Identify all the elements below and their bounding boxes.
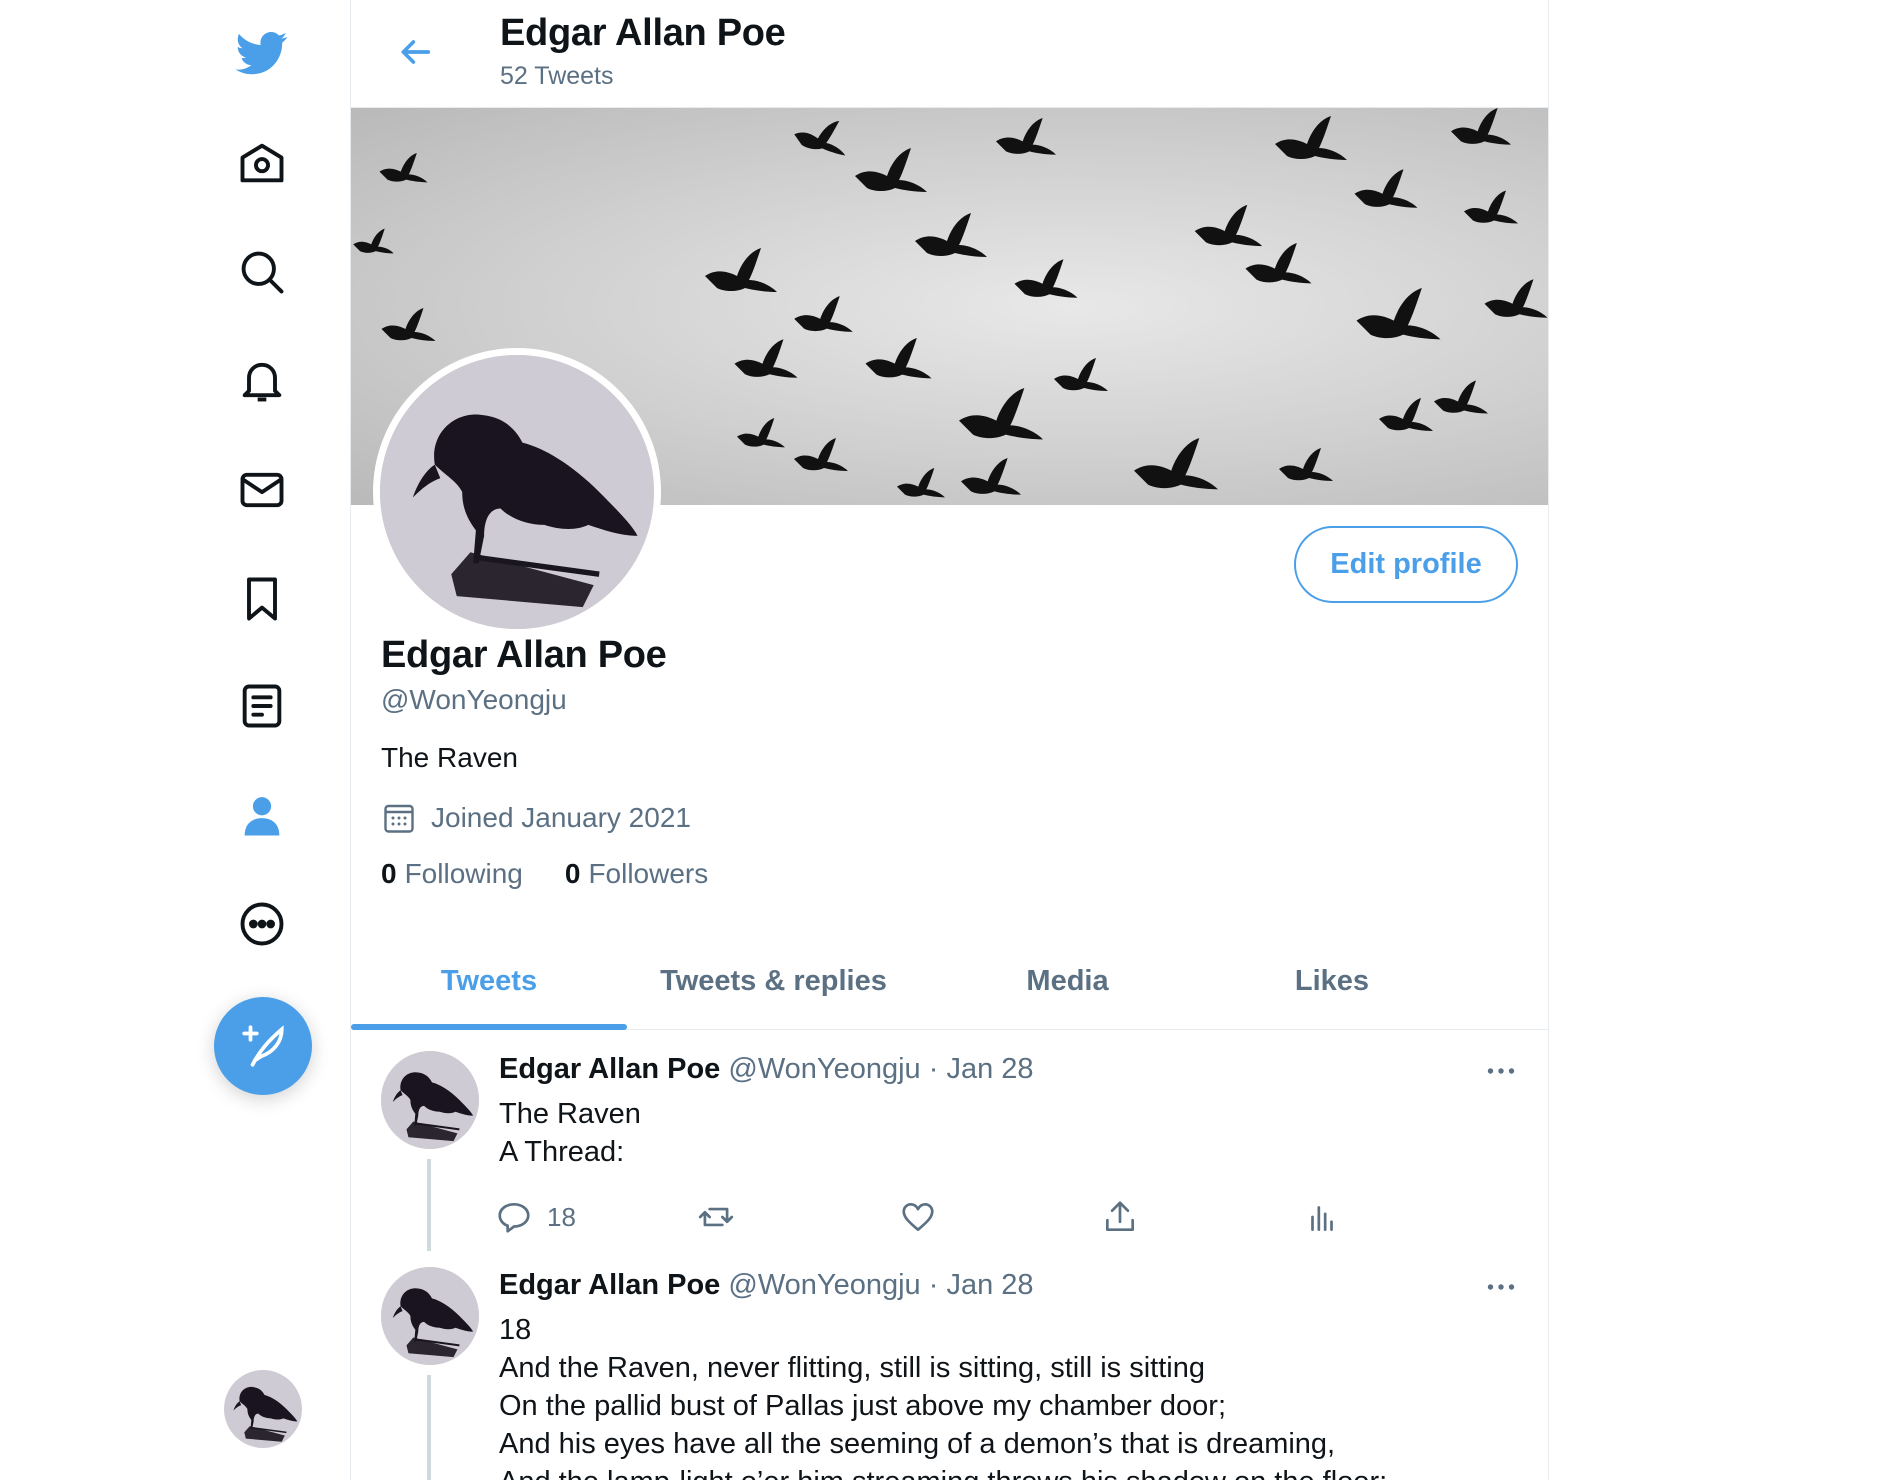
followers-count: 0 bbox=[564, 858, 581, 889]
tweet-date[interactable]: Jan 28 bbox=[946, 1269, 1033, 1301]
edit-profile-button[interactable]: Edit profile bbox=[1294, 526, 1518, 603]
tweet-more-button[interactable] bbox=[1471, 1267, 1531, 1307]
header-title: Edgar Allan Poe bbox=[500, 12, 786, 54]
profile-name: Edgar Allan Poe bbox=[381, 634, 667, 676]
following-count: 0 bbox=[381, 858, 397, 889]
tweet-more-button[interactable] bbox=[1471, 1051, 1531, 1091]
tweet-avatar[interactable] bbox=[381, 1051, 479, 1149]
following-link[interactable]: 0 Following bbox=[381, 858, 523, 890]
account-avatar[interactable] bbox=[224, 1370, 302, 1448]
retweet-icon bbox=[698, 1207, 734, 1227]
bookmarks-icon[interactable] bbox=[218, 555, 306, 643]
separator-dot: · bbox=[928, 1053, 939, 1085]
thread-line bbox=[427, 1375, 431, 1480]
tweet-line: On the pallid bust of Pallas just above … bbox=[499, 1390, 1226, 1422]
tweet[interactable]: Edgar Allan Poe @WonYeongju · Jan 28 18 … bbox=[351, 1247, 1548, 1480]
profile-tabs: Tweets Tweets & replies Media Likes bbox=[351, 932, 1548, 1030]
more-horizontal-icon bbox=[1487, 1068, 1515, 1074]
tweet-author-handle[interactable]: @WonYeongju bbox=[728, 1053, 920, 1085]
twitter-logo-icon[interactable] bbox=[218, 9, 306, 97]
followers-link[interactable]: 0 Followers bbox=[565, 858, 708, 890]
back-arrow-icon bbox=[401, 40, 431, 64]
tab-tweets[interactable]: Tweets bbox=[351, 932, 627, 1030]
notifications-icon[interactable] bbox=[218, 336, 306, 424]
tweet-header: Edgar Allan Poe @WonYeongju · Jan 28 bbox=[499, 1269, 1034, 1302]
analytics-icon bbox=[1311, 1206, 1333, 1232]
more-horizontal-icon bbox=[1487, 1284, 1515, 1290]
followers-label: Followers bbox=[588, 858, 709, 889]
tweet-line: And the lamp-light o’er him streaming th… bbox=[499, 1463, 1387, 1480]
heart-icon bbox=[902, 1202, 934, 1232]
profile-icon[interactable] bbox=[218, 772, 306, 860]
tweet-line: A Thread: bbox=[499, 1136, 625, 1168]
tab-media[interactable]: Media bbox=[920, 932, 1215, 1030]
tweet-text: The Raven A Thread: bbox=[499, 1095, 641, 1171]
separator-dot: · bbox=[928, 1269, 939, 1301]
profile-avatar[interactable] bbox=[373, 348, 661, 636]
lists-icon[interactable] bbox=[218, 662, 306, 750]
retweet-button[interactable] bbox=[697, 1192, 735, 1242]
reply-icon bbox=[498, 1202, 530, 1233]
left-navigation bbox=[0, 0, 351, 1480]
messages-icon[interactable] bbox=[218, 446, 306, 534]
like-button[interactable] bbox=[899, 1192, 937, 1242]
tweet-author-name[interactable]: Edgar Allan Poe bbox=[499, 1053, 720, 1085]
compose-tweet-icon bbox=[242, 1025, 284, 1067]
explore-icon[interactable] bbox=[218, 228, 306, 316]
calendar-icon bbox=[384, 804, 414, 833]
tweet-header: Edgar Allan Poe @WonYeongju · Jan 28 bbox=[499, 1053, 1034, 1086]
tweet-avatar[interactable] bbox=[381, 1267, 479, 1365]
analytics-button[interactable] bbox=[1303, 1192, 1341, 1242]
tweet-line: 18 bbox=[499, 1314, 532, 1346]
follow-stats: 0 Following 0 Followers bbox=[381, 858, 708, 890]
compose-tweet-button[interactable] bbox=[214, 997, 312, 1095]
joined-date: Joined January 2021 bbox=[381, 800, 691, 836]
tweet-actions: 18 bbox=[495, 1192, 1395, 1242]
tweet-line: And his eyes have all the seeming of a d… bbox=[499, 1428, 1336, 1460]
following-label: Following bbox=[404, 858, 523, 889]
reply-button[interactable]: 18 bbox=[495, 1192, 576, 1242]
tweet-line: The Raven bbox=[499, 1098, 641, 1130]
back-button[interactable] bbox=[387, 24, 443, 80]
home-icon[interactable] bbox=[218, 119, 306, 207]
tab-tweets-replies[interactable]: Tweets & replies bbox=[627, 932, 920, 1030]
tweet-author-name[interactable]: Edgar Allan Poe bbox=[499, 1269, 720, 1301]
tweet-text: 18 And the Raven, never flitting, still … bbox=[499, 1311, 1387, 1480]
reply-count: 18 bbox=[547, 1201, 576, 1232]
active-tab-indicator bbox=[351, 1024, 627, 1030]
thread-line bbox=[427, 1159, 431, 1251]
profile-bio: The Raven bbox=[381, 742, 518, 773]
profile-header: Edgar Allan Poe 52 Tweets bbox=[351, 0, 1548, 108]
joined-text: Joined January 2021 bbox=[431, 802, 691, 833]
tweet-line: And the Raven, never flitting, still is … bbox=[499, 1352, 1205, 1384]
tweet-count: 52 Tweets bbox=[500, 62, 614, 90]
more-icon[interactable] bbox=[218, 880, 306, 968]
profile-column: Edgar Allan Poe 52 Tweets Edit profile E… bbox=[351, 0, 1549, 1480]
tab-likes[interactable]: Likes bbox=[1215, 932, 1449, 1030]
share-icon bbox=[1105, 1201, 1135, 1232]
tweet-author-handle[interactable]: @WonYeongju bbox=[728, 1269, 920, 1301]
profile-handle: @WonYeongju bbox=[381, 684, 567, 715]
share-button[interactable] bbox=[1101, 1192, 1139, 1242]
tweet[interactable]: Edgar Allan Poe @WonYeongju · Jan 28 The… bbox=[351, 1031, 1548, 1251]
tweet-date[interactable]: Jan 28 bbox=[946, 1053, 1033, 1085]
